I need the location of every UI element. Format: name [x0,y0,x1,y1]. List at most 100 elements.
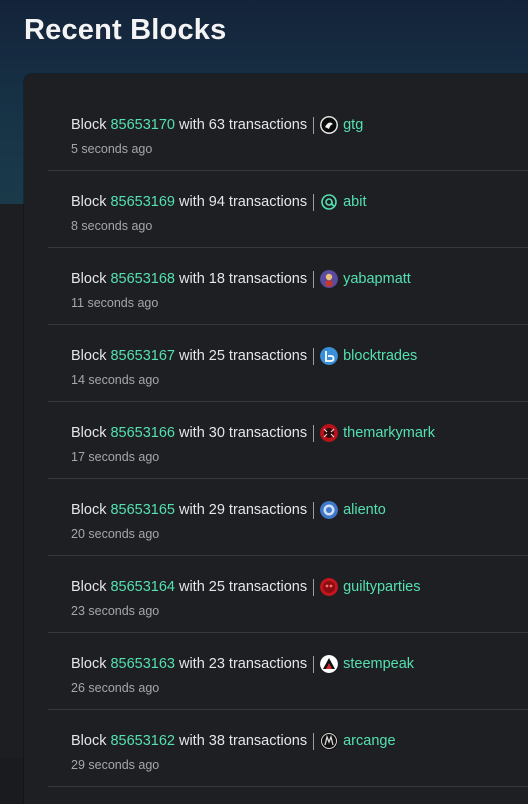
block-time-ago: 8 seconds ago [71,219,153,233]
blocktrades-avatar-icon[interactable] [320,347,339,365]
block-time-ago: 29 seconds ago [71,758,160,772]
transactions-label: transactions [228,656,308,672]
transactions-label: transactions [228,579,308,595]
block-time-ago: 11 seconds ago [71,296,159,310]
block-number-link[interactable]: 85653163 [110,656,175,672]
block-summary: Block 85653166 with 30 transactions them… [71,423,528,443]
witness-link[interactable]: yabapmatt [343,271,411,287]
with-label: with [178,733,205,749]
block-number-link[interactable]: 85653167 [110,348,175,364]
transactions-label: transactions [228,733,308,749]
block-prefix-label: Block [71,194,107,210]
block-summary: Block 85653162 with 38 transactions arca… [71,731,528,751]
with-label: with [178,502,205,518]
gtg-avatar-icon[interactable] [320,116,339,134]
block-prefix-label: Block [71,656,107,672]
with-label: with [178,271,205,287]
tx-count: 23 [208,656,225,672]
witness-link[interactable]: guiltyparties [343,579,420,595]
block-row: Block 85653168 with 18 transactions yaba… [48,248,528,325]
page-title: Recent Blocks [24,14,227,46]
separator [313,424,315,442]
transactions-label: transactions [228,117,308,133]
separator [313,116,315,134]
transactions-label: transactions [228,502,308,518]
block-number-link[interactable]: 85653170 [110,117,175,133]
witness-link[interactable]: themarkymark [343,425,435,441]
separator [313,732,315,750]
witness-link[interactable]: arcange [343,733,395,749]
block-row: Block 85653169 with 94 transactions abit… [48,171,528,248]
block-row: Block 85653165 with 29 transactions alie… [48,479,528,556]
tx-count: 63 [208,117,225,133]
themarkymark-avatar-icon[interactable] [320,424,339,442]
separator [313,501,315,519]
block-prefix-label: Block [71,579,107,595]
tx-count: 25 [208,348,225,364]
block-row: Block 85653167 with 25 transactions bloc… [48,325,528,402]
block-number-link[interactable]: 85653165 [110,502,175,518]
block-prefix-label: Block [71,502,107,518]
tx-count: 94 [208,194,225,210]
block-row: Block 85653164 with 25 transactions guil… [48,556,528,633]
block-time-ago: 5 seconds ago [71,142,153,156]
tx-count: 25 [208,579,225,595]
witness-link[interactable]: aliento [343,502,386,518]
tx-count: 18 [208,271,225,287]
witness-link[interactable]: steempeak [343,656,414,672]
block-row: Block 85653162 with 38 transactions arca… [48,710,528,787]
block-summary: Block 85653165 with 29 transactions alie… [71,500,528,520]
block-time-ago: 17 seconds ago [71,450,160,464]
with-label: with [178,194,205,210]
transactions-label: transactions [228,271,308,287]
witness-link[interactable]: abit [343,194,366,210]
block-number-link[interactable]: 85653168 [110,271,175,287]
yabapmatt-avatar-icon[interactable] [320,270,339,288]
block-prefix-label: Block [71,348,107,364]
separator [313,578,315,596]
block-prefix-label: Block [71,733,107,749]
recent-blocks-panel: Block 85653170 with 63 transactions gtg … [24,74,528,804]
arcange-avatar-icon[interactable] [320,732,339,750]
block-prefix-label: Block [71,117,107,133]
tx-count: 30 [208,425,225,441]
block-number-link[interactable]: 85653169 [110,194,175,210]
block-summary: Block 85653168 with 18 transactions yaba… [71,269,528,289]
separator [313,193,315,211]
block-time-ago: 23 seconds ago [71,604,160,618]
block-time-ago: 26 seconds ago [71,681,160,695]
block-summary: Block 85653167 with 25 transactions bloc… [71,346,528,366]
block-summary: Block 85653170 with 63 transactions gtg [71,115,528,135]
abit-at-icon[interactable] [320,193,339,211]
guiltyparties-avatar-icon[interactable] [320,578,339,596]
witness-link[interactable]: blocktrades [343,348,417,364]
block-summary: Block 85653169 with 94 transactions abit [71,192,528,212]
transactions-label: transactions [228,194,308,210]
block-list: Block 85653170 with 63 transactions gtg … [24,74,528,787]
separator [313,347,315,365]
steempeak-avatar-icon[interactable] [320,655,339,673]
separator [313,270,315,288]
block-number-link[interactable]: 85653166 [110,425,175,441]
block-row: Block 85653166 with 30 transactions them… [48,402,528,479]
block-prefix-label: Block [71,425,107,441]
block-prefix-label: Block [71,271,107,287]
block-summary: Block 85653164 with 25 transactions guil… [71,577,528,597]
tx-count: 38 [208,733,225,749]
block-row: Block 85653170 with 63 transactions gtg … [48,94,528,171]
with-label: with [178,117,205,133]
transactions-label: transactions [228,348,308,364]
witness-link[interactable]: gtg [343,117,363,133]
tx-count: 29 [208,502,225,518]
separator [313,655,315,673]
block-number-link[interactable]: 85653164 [110,579,175,595]
aliento-avatar-icon[interactable] [320,501,339,519]
with-label: with [178,348,205,364]
block-row: Block 85653163 with 23 transactions stee… [48,633,528,710]
block-number-link[interactable]: 85653162 [110,733,175,749]
with-label: with [178,579,205,595]
block-summary: Block 85653163 with 23 transactions stee… [71,654,528,674]
block-time-ago: 20 seconds ago [71,527,160,541]
block-time-ago: 14 seconds ago [71,373,160,387]
with-label: with [178,425,205,441]
